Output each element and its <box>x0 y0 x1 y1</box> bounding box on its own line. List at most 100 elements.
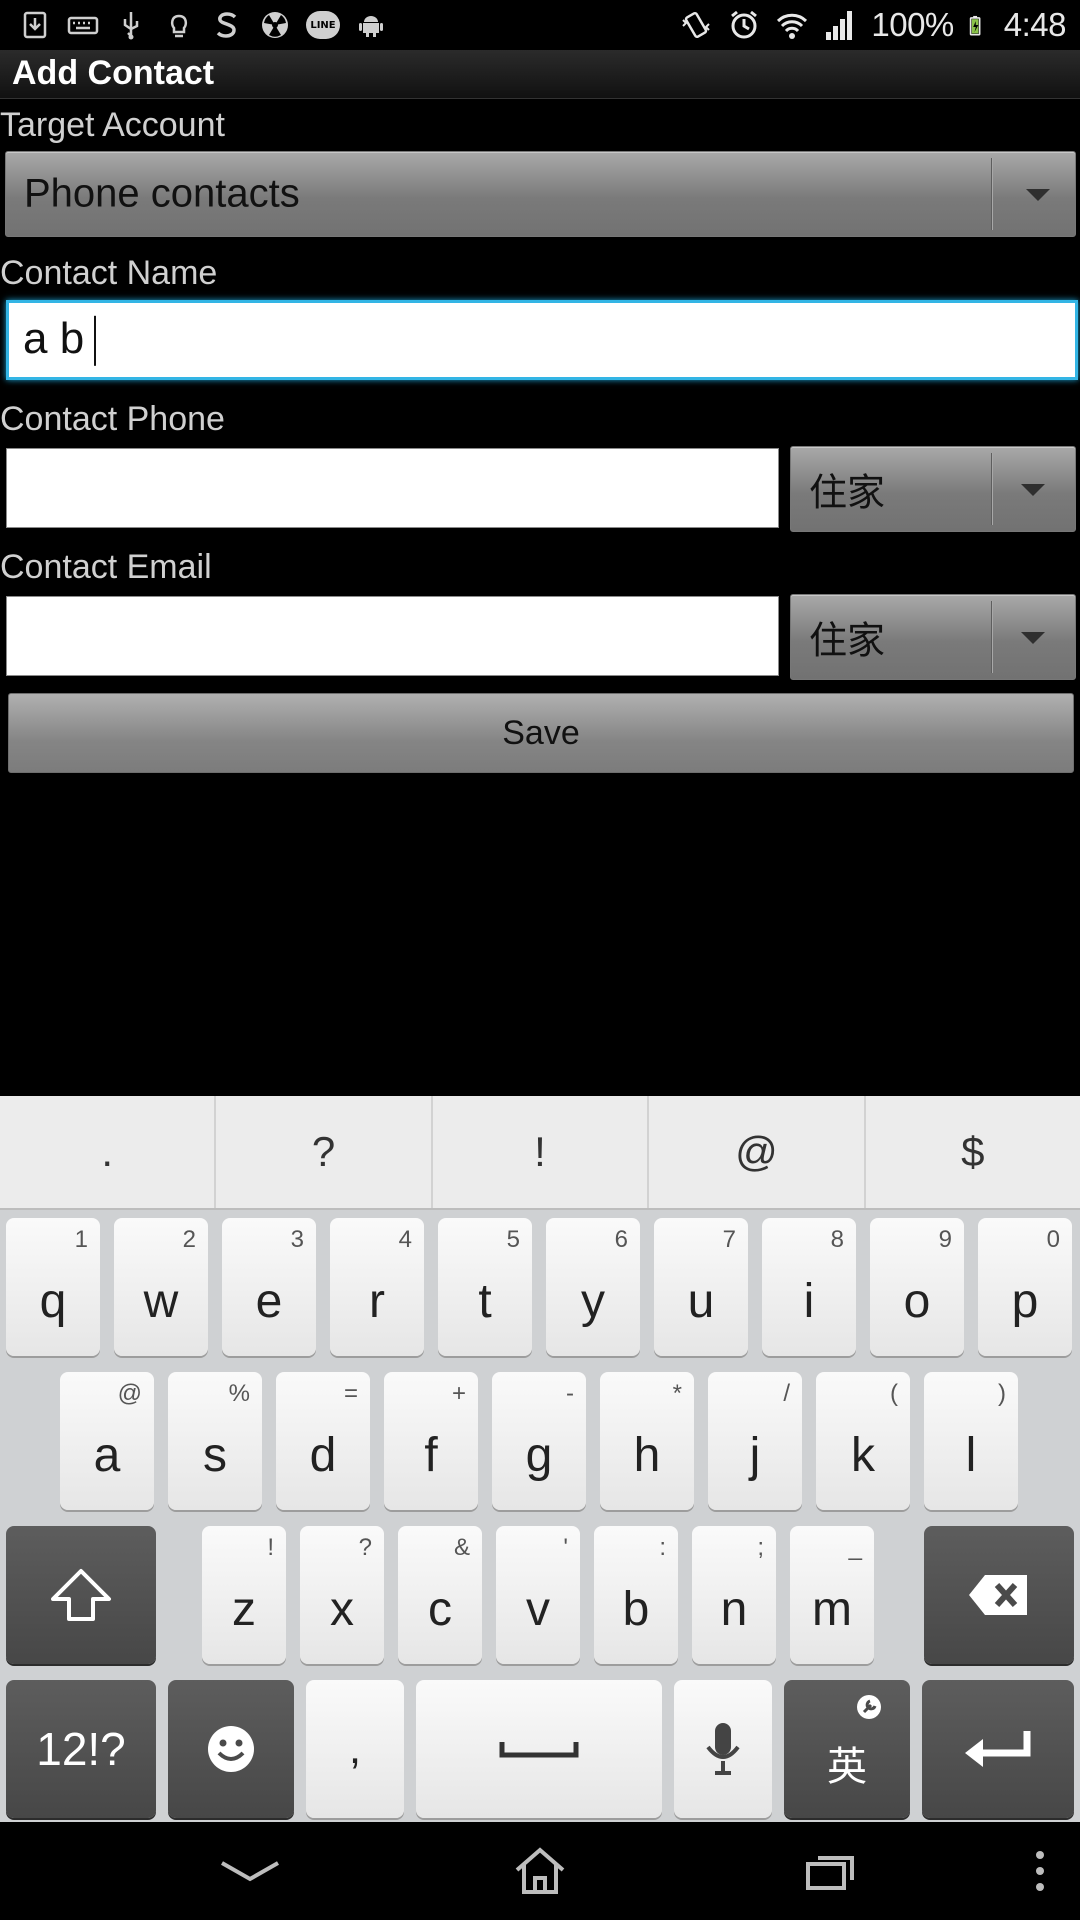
key-t[interactable]: 5t <box>438 1218 532 1356</box>
lightbulb-icon <box>162 8 196 42</box>
enter-icon <box>965 1731 1031 1767</box>
key-label: o <box>903 1275 931 1328</box>
key-hint-label: _ <box>848 1534 862 1561</box>
key-q[interactable]: 1q <box>6 1218 100 1356</box>
shift-key[interactable] <box>6 1526 156 1664</box>
chevron-down-icon <box>1021 484 1045 496</box>
key-hint-label: 2 <box>182 1226 196 1253</box>
key-label: h <box>633 1429 661 1482</box>
key-f[interactable]: + f <box>384 1372 478 1510</box>
symbols-key[interactable]: 12!? <box>6 1680 156 1818</box>
key-p[interactable]: 0p <box>978 1218 1072 1356</box>
settings-wrench-icon <box>857 1695 881 1719</box>
comma-key-label: , <box>348 1724 362 1773</box>
key-v[interactable]: ' v <box>496 1526 580 1664</box>
line-app-icon: LINE <box>306 8 340 42</box>
battery-percent: 100% <box>871 6 954 43</box>
key-label: n <box>720 1583 748 1636</box>
download-icon <box>18 8 52 42</box>
recent-apps-icon[interactable] <box>804 1850 856 1892</box>
email-type-spinner[interactable]: 住家 <box>790 594 1076 680</box>
contact-email-label: Contact Email <box>0 548 212 586</box>
notification-icons: LINE <box>0 8 388 42</box>
navigation-bar <box>0 1822 1080 1920</box>
key-m[interactable]: _ m <box>790 1526 874 1664</box>
contact-phone-label: Contact Phone <box>0 400 225 438</box>
key-hint-label: ) <box>998 1380 1006 1407</box>
chevron-down-icon <box>1026 189 1050 201</box>
radiation-icon <box>258 8 292 42</box>
phone-type-spinner[interactable]: 住家 <box>790 446 1076 532</box>
key-hint-label: 5 <box>506 1226 520 1253</box>
contact-email-field[interactable] <box>6 596 779 676</box>
suggestion-at[interactable]: @ <box>649 1096 866 1208</box>
key-label: s <box>203 1429 227 1482</box>
key-h[interactable]: * h <box>600 1372 694 1510</box>
suggestion-dollar[interactable]: $ <box>866 1096 1080 1208</box>
key-x[interactable]: ? x <box>300 1526 384 1664</box>
language-key[interactable]: 英 <box>784 1680 910 1818</box>
key-u[interactable]: 7u <box>654 1218 748 1356</box>
key-label: a <box>93 1429 121 1482</box>
suggestion-strip: . ? ! @ $ <box>0 1096 1080 1208</box>
key-d[interactable]: = d <box>276 1372 370 1510</box>
key-i[interactable]: 8i <box>762 1218 856 1356</box>
status-bar: LINE 100% 4:48 <box>0 0 1080 50</box>
key-label: k <box>851 1429 875 1482</box>
space-key[interactable] <box>416 1680 662 1818</box>
overflow-menu-icon[interactable] <box>1034 1849 1046 1893</box>
key-label: x <box>330 1583 354 1636</box>
contact-name-label: Contact Name <box>0 254 218 292</box>
key-label: t <box>478 1275 492 1328</box>
backspace-icon <box>969 1575 1027 1615</box>
key-n[interactable]: ; n <box>692 1526 776 1664</box>
backspace-key[interactable] <box>924 1526 1074 1664</box>
key-b[interactable]: :b <box>594 1526 678 1664</box>
android-icon <box>354 8 388 42</box>
key-c[interactable]: & c <box>398 1526 482 1664</box>
contact-name-value: a b <box>23 314 97 367</box>
voice-input-key[interactable] <box>674 1680 772 1818</box>
key-j[interactable]: / j <box>708 1372 802 1510</box>
key-z[interactable]: ! z <box>202 1526 286 1664</box>
key-label: z <box>232 1583 256 1636</box>
key-hint-label: * <box>672 1380 682 1407</box>
key-label: c <box>428 1583 452 1636</box>
suggestion-exclamation[interactable]: ! <box>433 1096 650 1208</box>
suggestion-period[interactable]: . <box>0 1096 217 1208</box>
emoji-key[interactable] <box>168 1680 294 1818</box>
key-hint-label: ? <box>358 1534 372 1561</box>
back-hide-keyboard-icon[interactable] <box>218 1859 282 1883</box>
microphone-icon <box>706 1723 740 1775</box>
key-k[interactable]: (k <box>816 1372 910 1510</box>
clock: 4:48 <box>1003 6 1067 43</box>
key-l[interactable]: ) l <box>924 1372 1018 1510</box>
key-g[interactable]: -g <box>492 1372 586 1510</box>
shift-icon <box>51 1569 111 1621</box>
contact-name-field[interactable]: a b <box>6 300 1078 380</box>
key-a[interactable]: @ a <box>60 1372 154 1510</box>
suggestion-question[interactable]: ? <box>216 1096 433 1208</box>
key-hint-label: / <box>783 1380 790 1407</box>
emoji-icon <box>208 1726 254 1772</box>
key-y[interactable]: 6y <box>546 1218 640 1356</box>
enter-key[interactable] <box>922 1680 1074 1818</box>
key-r[interactable]: 4r <box>330 1218 424 1356</box>
chevron-down-icon <box>1021 632 1045 644</box>
key-w[interactable]: 2w <box>114 1218 208 1356</box>
spinner-divider <box>991 601 992 673</box>
contact-phone-field[interactable] <box>6 448 779 528</box>
home-icon[interactable] <box>513 1846 567 1896</box>
alarm-icon <box>731 10 758 39</box>
key-hint-label: 7 <box>722 1226 736 1253</box>
key-o[interactable]: 9o <box>870 1218 964 1356</box>
target-account-spinner[interactable]: Phone contacts <box>5 151 1076 237</box>
save-button[interactable]: Save <box>8 693 1074 773</box>
comma-key[interactable]: , <box>306 1680 404 1818</box>
key-label: p <box>1011 1275 1039 1328</box>
key-e[interactable]: 3e <box>222 1218 316 1356</box>
key-label: b <box>622 1583 650 1636</box>
key-label: i <box>803 1275 815 1328</box>
key-s[interactable]: % s <box>168 1372 262 1510</box>
keyboard-icon <box>66 8 100 42</box>
